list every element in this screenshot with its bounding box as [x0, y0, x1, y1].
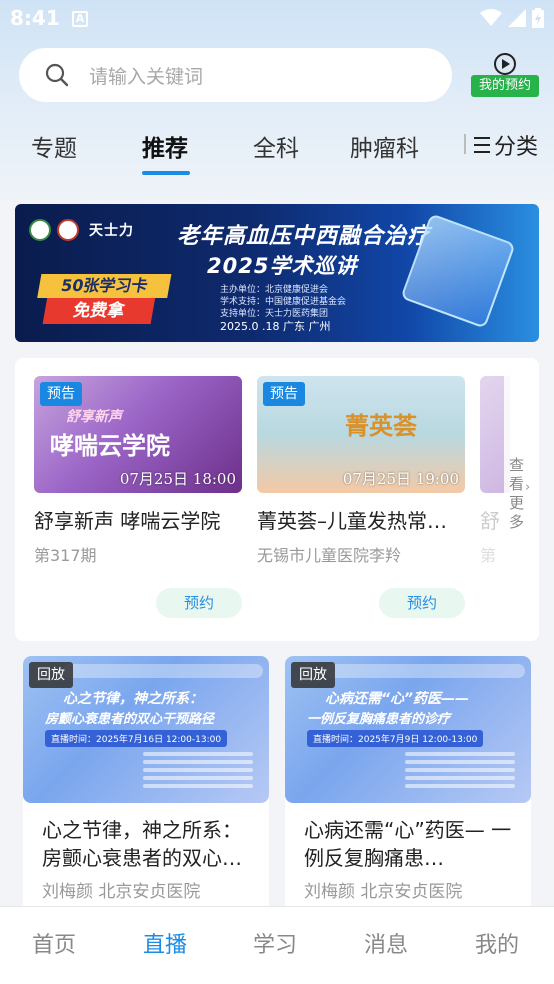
- replay-title: 心病还需“心”药医— 一例反复胸痛患…: [304, 818, 512, 870]
- replay-thumb-speakers: [405, 752, 515, 792]
- study-card-count: 50张学习卡: [37, 274, 172, 298]
- replay-thumb-title: 心之节律，神之所系：: [63, 691, 203, 707]
- nav-home[interactable]: 首页: [32, 927, 76, 959]
- nav-live[interactable]: 直播: [143, 927, 187, 959]
- status-time: 8:41: [10, 6, 60, 30]
- replay-thumb-subtitle: 一例反复胸痛患者的诊疗: [307, 712, 451, 727]
- status-bar: 8:41 A: [0, 0, 554, 38]
- my-reservation-label: 我的预约: [471, 75, 539, 97]
- replay-title: 心之节律，神之所系：房颤心衰患者的双心…: [42, 818, 242, 870]
- replay-badge: 回放: [291, 662, 335, 688]
- nav-profile[interactable]: 我的: [475, 927, 519, 959]
- active-tab-indicator: [142, 171, 190, 175]
- replay-card[interactable]: 回放 心病还需“心”药医—— 一例反复胸痛患者的诊疗 直播时间：2025年7月9…: [285, 656, 531, 916]
- notification-icon: A: [72, 11, 88, 27]
- menu-icon: [474, 137, 490, 153]
- replay-subtitle: 刘梅颜 北京安贞医院: [304, 882, 463, 902]
- see-more-label[interactable]: 查看更多: [509, 456, 525, 532]
- reserve-button[interactable]: 预约: [156, 588, 242, 618]
- thumb-big-title: 菁英荟: [345, 411, 417, 440]
- chevron-right-icon: ›: [525, 480, 531, 495]
- search-bar[interactable]: 请输入关键词: [19, 48, 452, 102]
- banner-title: 老年高血压中西融合治疗: [177, 224, 431, 249]
- tab-topic[interactable]: 专题: [31, 129, 77, 163]
- banner-date: 2025.0 .18 广东 广州: [220, 320, 331, 333]
- replay-thumb-subtitle: 房颤心衰患者的双心干预路径: [45, 712, 215, 727]
- replay-header-strip: [325, 664, 525, 678]
- live-thumbnail: 预告 菁英荟 07月25日 19:00: [257, 376, 465, 493]
- thumb-big-title: 哮喘云学院: [50, 432, 170, 460]
- play-clock-icon: [494, 53, 516, 75]
- live-subtitle-partial: 第: [480, 546, 497, 565]
- live-time: 07月25日 18:00: [119, 470, 236, 488]
- live-time: 07月25日 19:00: [342, 470, 459, 488]
- replay-card[interactable]: 回放 心之节律，神之所系： 房颤心衰患者的双心干预路径 直播时间：2025年7月…: [23, 656, 269, 916]
- tab-divider: [464, 134, 466, 154]
- replay-thumbnail: 回放 心病还需“心”药医—— 一例反复胸痛患者的诊疗 直播时间：2025年7月9…: [285, 656, 531, 803]
- live-preview-section: 预告 舒享新声 哮喘云学院 07月25日 18:00 舒享新声 哮喘云学院 第3…: [15, 358, 539, 641]
- battery-icon: [532, 8, 544, 28]
- signal-icon: [508, 9, 526, 27]
- replay-thumbnail: 回放 心之节律，神之所系： 房颤心衰患者的双心干预路径 直播时间：2025年7月…: [23, 656, 269, 803]
- nav-messages[interactable]: 消息: [364, 927, 408, 959]
- live-subtitle: 第317期: [34, 546, 97, 565]
- search-icon: [45, 63, 69, 87]
- live-title-partial: 舒: [480, 509, 500, 533]
- live-title: 舒享新声 哮喘云学院: [34, 509, 221, 533]
- search-input[interactable]: 请输入关键词: [89, 62, 203, 89]
- live-subtitle: 无锡市儿童医院李羚: [257, 546, 402, 565]
- my-reservation-button[interactable]: 我的预约: [470, 53, 540, 97]
- replay-thumb-date: 直播时间：2025年7月9日 12:00-13:00: [307, 730, 484, 747]
- live-title: 菁英荟–儿童发热常见问题: [257, 509, 465, 533]
- category-label: 分类: [494, 135, 539, 160]
- tab-oncology[interactable]: 肿瘤科: [350, 129, 419, 163]
- live-thumbnail: 预告 舒享新声 哮喘云学院 07月25日 18:00: [34, 376, 242, 493]
- brand-name: 天士力: [89, 223, 134, 239]
- banner-subtitle: 2025学术巡讲: [207, 254, 358, 278]
- live-item[interactable]: 预告 菁英荟 07月25日 19:00 菁英荟–儿童发热常见问题 无锡市儿童医院…: [257, 376, 465, 566]
- replay-thumb-date: 直播时间：2025年7月16日 12:00-13:00: [45, 730, 228, 747]
- live-item[interactable]: 预告 舒享新声 哮喘云学院 07月25日 18:00 舒享新声 哮喘云学院 第3…: [34, 376, 242, 566]
- org-logo-icon: [29, 219, 51, 241]
- preview-badge: 预告: [40, 382, 82, 406]
- wifi-icon: [480, 9, 502, 26]
- replay-thumb-title: 心病还需“心”药医——: [325, 691, 470, 707]
- replay-subtitle: 刘梅颜 北京安贞医院: [42, 882, 201, 902]
- banner-logos: 天士力: [29, 219, 134, 241]
- study-card-promo: 50张学习卡 免费拿: [33, 274, 172, 324]
- category-button[interactable]: 分类: [474, 129, 538, 161]
- study-card-free: 免费拿: [42, 298, 156, 324]
- bottom-navigation: 首页 直播 学习 消息 我的: [0, 906, 554, 984]
- replay-badge: 回放: [29, 662, 73, 688]
- replay-header-strip: [63, 664, 263, 678]
- tab-general[interactable]: 全科: [253, 129, 299, 163]
- replay-thumb-speakers: [143, 752, 253, 792]
- foundation-logo-icon: [57, 219, 79, 241]
- category-tabs: 专题 推荐 全科 肿瘤科 分类: [0, 125, 554, 175]
- thumb-small-title: 舒享新声: [66, 409, 122, 425]
- tab-recommend[interactable]: 推荐: [142, 129, 188, 163]
- preview-badge: 预告: [263, 382, 305, 406]
- status-icons: [480, 8, 544, 28]
- nav-study[interactable]: 学习: [253, 927, 297, 959]
- promo-banner[interactable]: 天士力 老年高血压中西融合治疗 2025学术巡讲 主办单位：北京健康促进会 学术…: [15, 204, 539, 342]
- reserve-button[interactable]: 预约: [379, 588, 465, 618]
